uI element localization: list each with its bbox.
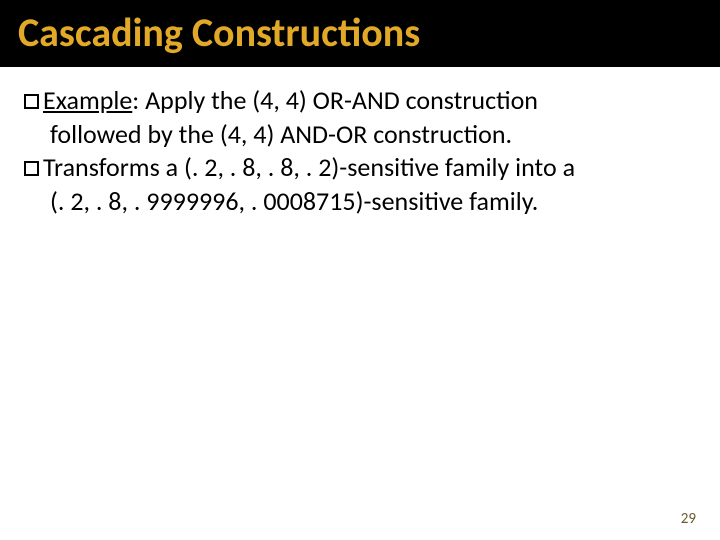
line1-rest: : Apply the (4, 4) OR-AND construction [132, 84, 538, 116]
line4-text: (. 2, . 8, . 9999996, . 0008715)-sensiti… [50, 185, 538, 217]
square-bullet-icon [24, 94, 39, 109]
line2-text: followed by the (4, 4) AND-OR constructi… [50, 118, 512, 150]
bullet-1-cont: followed by the (4, 4) AND-OR constructi… [24, 119, 696, 151]
slide-title: Cascading Constructions [18, 8, 420, 57]
example-label: Example [43, 84, 132, 116]
page-number: 29 [681, 510, 696, 528]
square-bullet-icon [24, 161, 39, 176]
title-bar: Cascading Constructions [0, 0, 720, 67]
bullet-2-cont: (. 2, . 8, . 9999996, . 0008715)-sensiti… [24, 186, 696, 218]
bullet-2: Transforms a (. 2, . 8, . 8, . 2)-sensit… [24, 152, 696, 184]
line3-text: Transforms a (. 2, . 8, . 8, . 2)-sensit… [43, 151, 575, 183]
slide-body: Example: Apply the (4, 4) OR-AND constru… [0, 67, 720, 218]
bullet-1: Example: Apply the (4, 4) OR-AND constru… [24, 85, 696, 117]
